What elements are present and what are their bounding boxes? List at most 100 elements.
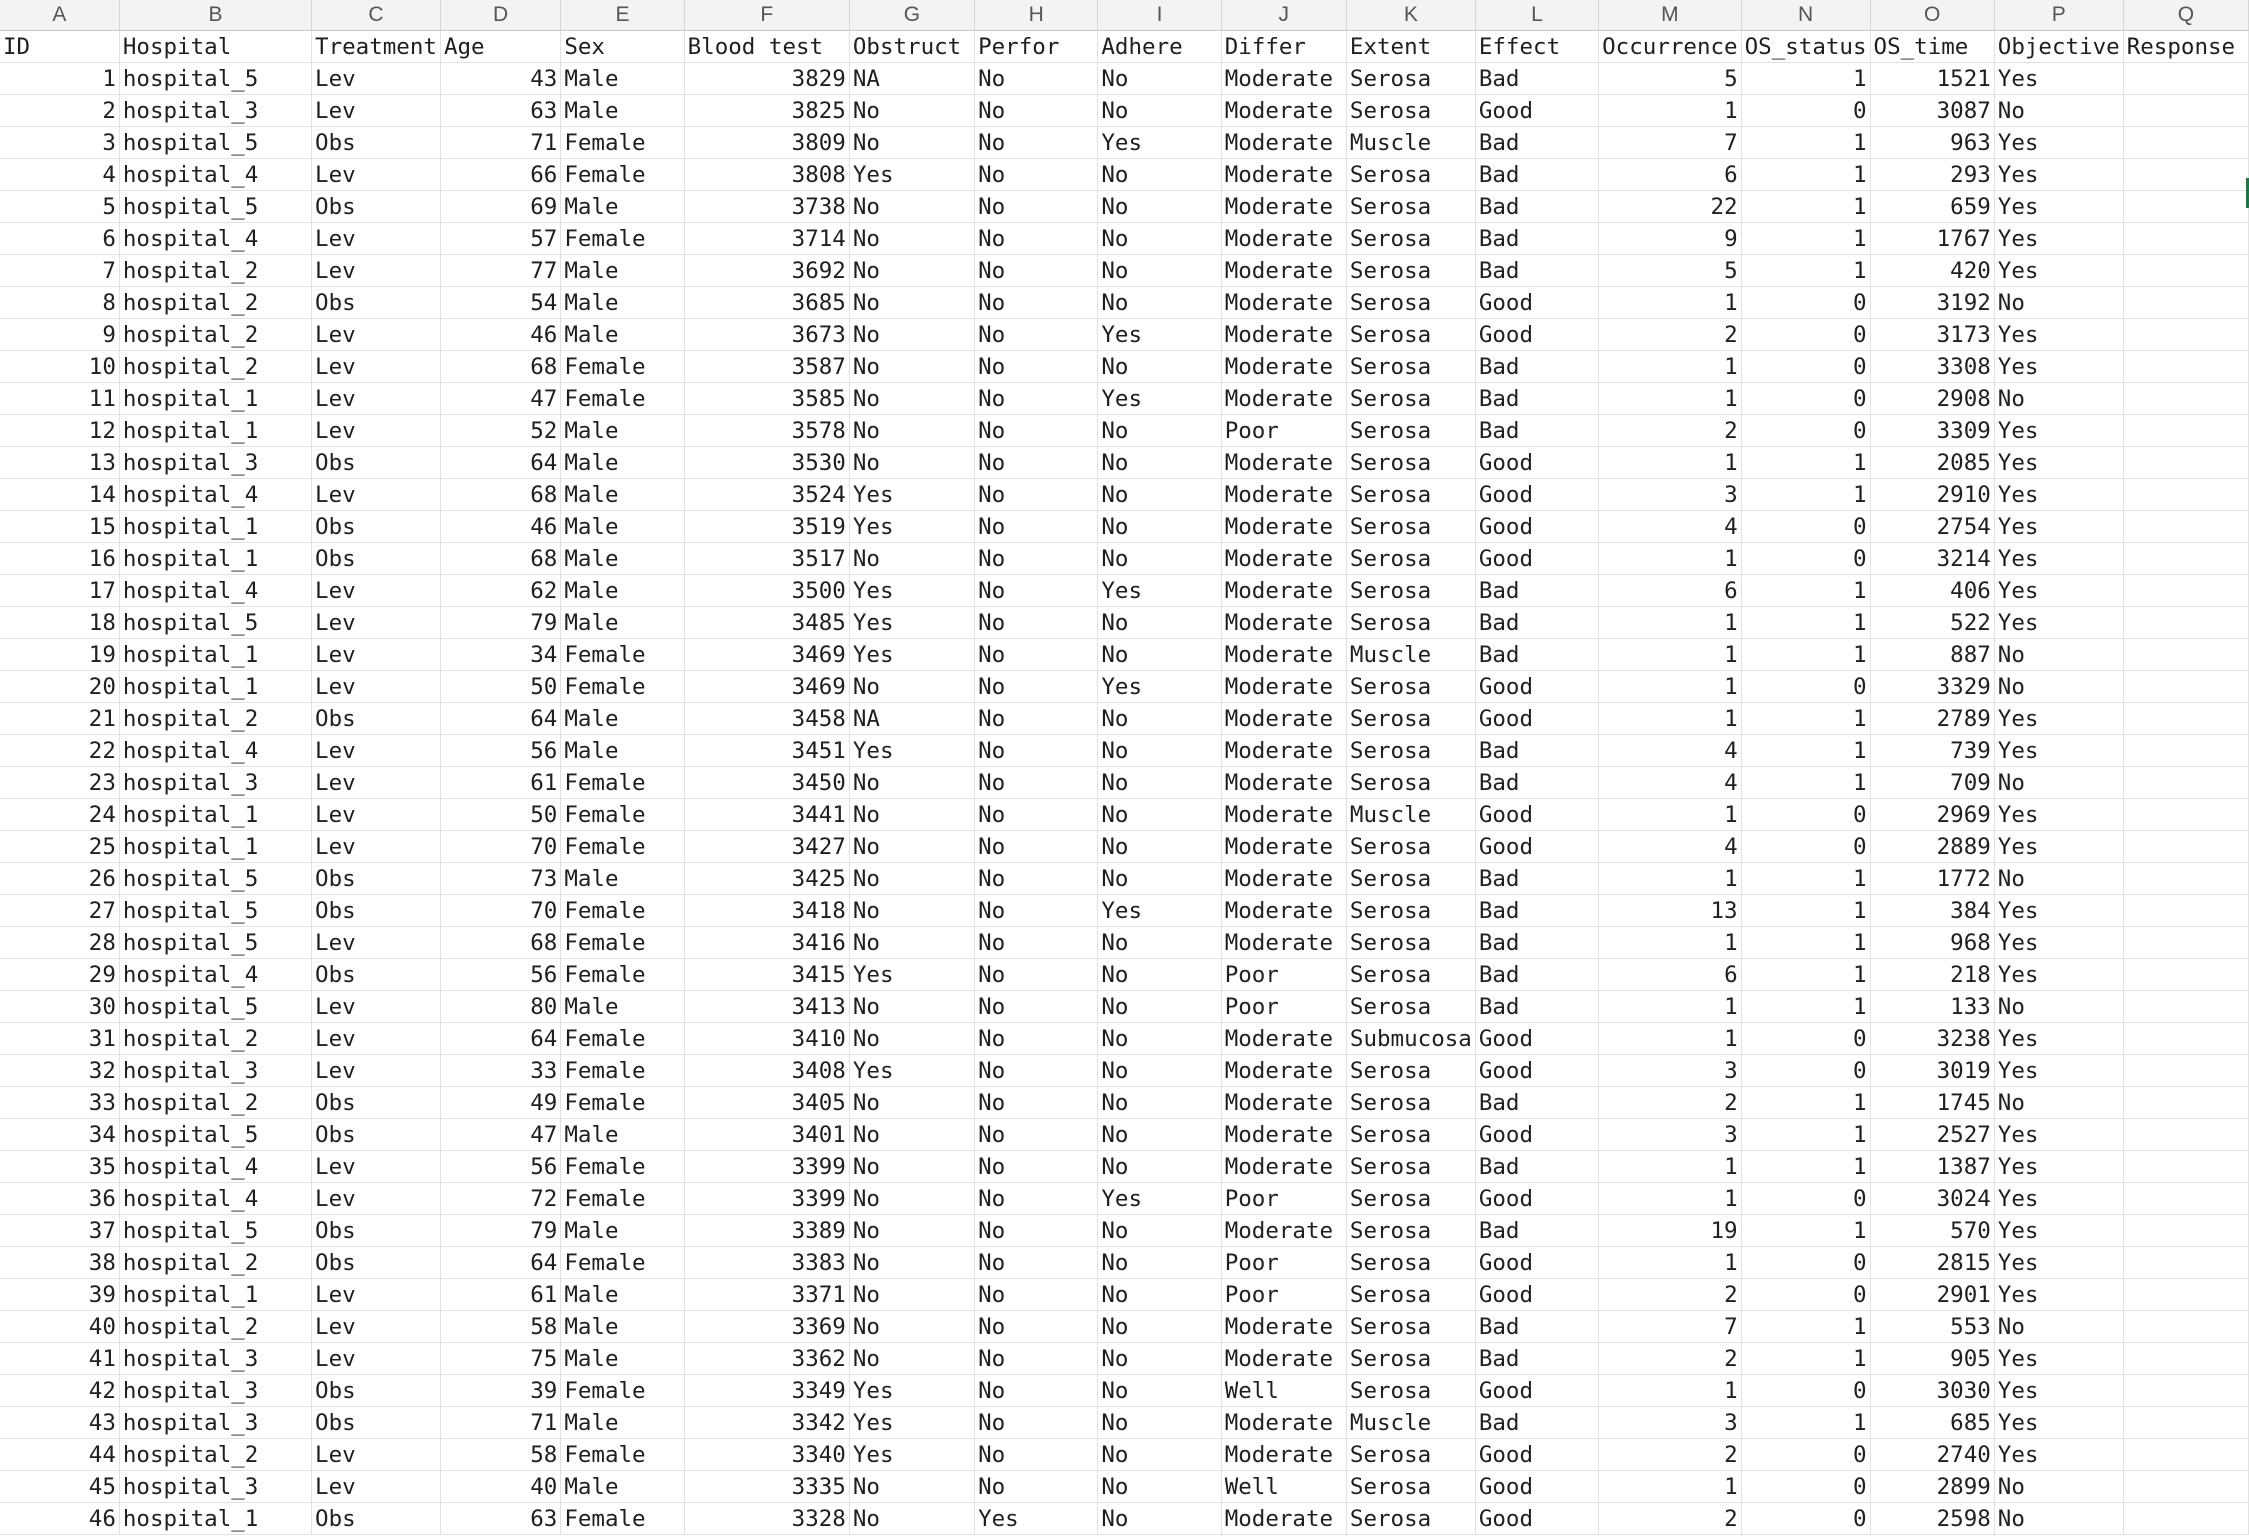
table-cell[interactable] [2123, 350, 2249, 383]
table-cell[interactable]: Moderate [1221, 574, 1347, 607]
table-cell[interactable]: 6 [0, 222, 120, 255]
table-cell[interactable]: No [1097, 94, 1222, 127]
table-cell[interactable]: Yes [849, 1054, 976, 1087]
table-cell[interactable]: 68 [440, 478, 562, 511]
table-cell[interactable]: 2 [1598, 318, 1742, 351]
table-cell[interactable]: No [974, 1406, 1099, 1439]
table-cell[interactable]: Moderate [1221, 222, 1347, 255]
table-cell[interactable]: 2598 [1870, 1502, 1995, 1535]
table-cell[interactable]: 1 [1598, 1150, 1742, 1183]
table-cell[interactable]: Poor [1221, 990, 1347, 1023]
column-header-n[interactable]: N [1741, 0, 1871, 31]
table-cell[interactable]: 1 [1741, 254, 1871, 287]
table-cell[interactable]: 9 [1598, 222, 1742, 255]
table-cell[interactable]: 10 [0, 350, 120, 383]
table-cell[interactable]: No [974, 1342, 1099, 1375]
table-cell[interactable]: Bad [1475, 638, 1600, 671]
table-cell[interactable]: No [974, 542, 1099, 575]
table-cell[interactable]: 3451 [684, 734, 850, 767]
table-cell[interactable]: No [974, 1022, 1099, 1055]
table-cell[interactable]: No [1994, 1502, 2124, 1535]
table-cell[interactable]: Moderate [1221, 158, 1347, 191]
table-cell[interactable]: Male [560, 862, 685, 895]
table-cell[interactable]: No [1097, 446, 1222, 479]
table-cell[interactable]: 47 [440, 382, 562, 415]
table-cell[interactable]: Yes [1994, 1022, 2124, 1055]
table-cell[interactable]: hospital_2 [119, 286, 313, 319]
table-cell[interactable]: 77 [440, 254, 562, 287]
table-cell[interactable]: 1 [1741, 702, 1871, 735]
table-cell[interactable]: 3362 [684, 1342, 850, 1375]
table-cell[interactable]: Yes [1994, 1438, 2124, 1471]
table-cell[interactable]: 5 [1598, 62, 1742, 95]
table-cell[interactable]: 2 [1598, 414, 1742, 447]
table-cell[interactable]: No [974, 830, 1099, 863]
table-cell[interactable]: Moderate [1221, 446, 1347, 479]
table-cell[interactable]: No [974, 1278, 1099, 1311]
table-cell[interactable]: No [974, 350, 1099, 383]
table-cell[interactable]: No [974, 286, 1099, 319]
table-cell[interactable]: 45 [0, 1470, 120, 1503]
table-cell[interactable]: Good [1475, 1374, 1600, 1407]
table-cell[interactable]: Lev [311, 1470, 441, 1503]
header-cell[interactable]: ID [0, 30, 120, 63]
table-cell[interactable]: Female [560, 1246, 685, 1279]
table-cell[interactable]: 1 [1741, 606, 1871, 639]
table-cell[interactable]: NA [849, 702, 976, 735]
table-cell[interactable]: 1 [1741, 766, 1871, 799]
table-cell[interactable]: Male [560, 286, 685, 319]
table-cell[interactable]: hospital_2 [119, 1438, 313, 1471]
table-cell[interactable]: Serosa [1346, 1438, 1476, 1471]
table-cell[interactable]: No [849, 286, 976, 319]
table-cell[interactable]: 1 [1741, 894, 1871, 927]
table-cell[interactable] [2123, 606, 2249, 639]
table-cell[interactable]: 0 [1741, 1278, 1871, 1311]
table-cell[interactable]: 3369 [684, 1310, 850, 1343]
table-cell[interactable] [2123, 1310, 2249, 1343]
table-cell[interactable]: Yes [849, 158, 976, 191]
table-cell[interactable] [2123, 574, 2249, 607]
table-cell[interactable]: 1387 [1870, 1150, 1995, 1183]
table-cell[interactable]: Moderate [1221, 798, 1347, 831]
table-cell[interactable]: No [1994, 670, 2124, 703]
table-cell[interactable]: No [1097, 862, 1222, 895]
table-cell[interactable]: Male [560, 702, 685, 735]
table-cell[interactable]: No [974, 254, 1099, 287]
table-cell[interactable]: Bad [1475, 1406, 1600, 1439]
table-cell[interactable]: 61 [440, 766, 562, 799]
table-cell[interactable]: Serosa [1346, 862, 1476, 895]
table-cell[interactable]: 0 [1741, 1374, 1871, 1407]
table-cell[interactable]: 69 [440, 190, 562, 223]
table-cell[interactable]: Yes [1994, 894, 2124, 927]
header-cell[interactable]: Blood test [684, 30, 850, 63]
table-cell[interactable]: Yes [1994, 222, 2124, 255]
table-cell[interactable]: Good [1475, 1438, 1600, 1471]
table-cell[interactable]: hospital_5 [119, 990, 313, 1023]
table-cell[interactable]: No [974, 638, 1099, 671]
table-cell[interactable]: No [974, 670, 1099, 703]
table-cell[interactable]: Bad [1475, 1214, 1600, 1247]
table-cell[interactable]: Poor [1221, 414, 1347, 447]
table-cell[interactable]: Obs [311, 894, 441, 927]
table-cell[interactable]: Moderate [1221, 1118, 1347, 1151]
table-cell[interactable]: hospital_4 [119, 734, 313, 767]
table-cell[interactable]: No [1097, 1118, 1222, 1151]
table-cell[interactable]: No [849, 830, 976, 863]
table-cell[interactable]: 3485 [684, 606, 850, 639]
table-cell[interactable]: 56 [440, 1150, 562, 1183]
table-cell[interactable]: Serosa [1346, 1278, 1476, 1311]
table-cell[interactable]: 49 [440, 1086, 562, 1119]
table-cell[interactable]: 62 [440, 574, 562, 607]
table-cell[interactable]: 1 [1598, 1246, 1742, 1279]
table-cell[interactable]: Bad [1475, 734, 1600, 767]
table-cell[interactable]: 3692 [684, 254, 850, 287]
table-cell[interactable]: No [974, 1246, 1099, 1279]
table-cell[interactable]: Yes [1994, 1374, 2124, 1407]
table-cell[interactable]: Moderate [1221, 894, 1347, 927]
table-cell[interactable]: Lev [311, 1278, 441, 1311]
table-cell[interactable]: 1 [1598, 446, 1742, 479]
table-cell[interactable]: 1 [1741, 958, 1871, 991]
table-cell[interactable]: Moderate [1221, 702, 1347, 735]
table-cell[interactable]: Male [560, 94, 685, 127]
table-cell[interactable]: Obs [311, 1086, 441, 1119]
